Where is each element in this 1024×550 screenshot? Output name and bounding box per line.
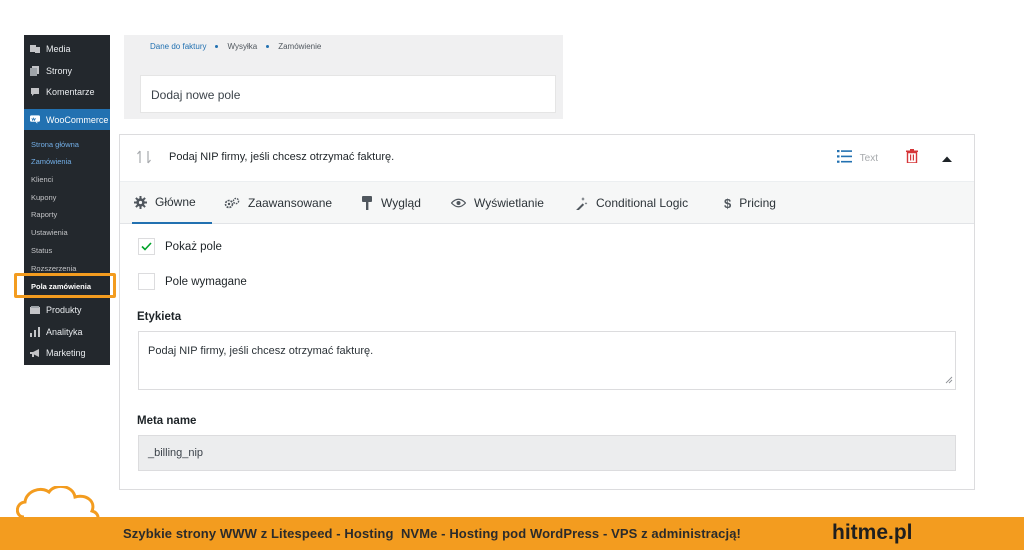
- sidebar-item-label: Komentarze: [46, 86, 95, 97]
- sidebar-item-pages[interactable]: Strony: [24, 60, 110, 81]
- submenu-customers[interactable]: Klienci: [31, 175, 53, 184]
- tab-label: Wyświetlanie: [474, 196, 544, 210]
- required-option: Pole wymagane: [138, 273, 247, 290]
- submenu-settings[interactable]: Ustawienia: [31, 228, 68, 237]
- admin-sidebar: Media Strony Komentarze WooCommerce Stro…: [24, 35, 110, 365]
- required-checkbox[interactable]: [138, 273, 155, 290]
- sidebar-item-label: Analityka: [46, 326, 83, 337]
- field-type-label: Text: [859, 153, 878, 164]
- sidebar-item-label: Media: [46, 43, 71, 54]
- sidebar-item-label: Strony: [46, 65, 73, 76]
- sidebar-item-comments[interactable]: Komentarze: [24, 81, 110, 102]
- label-text-value: Podaj NIP firmy, jeśli chcesz otrzymać f…: [148, 345, 374, 357]
- breadcrumb-billing[interactable]: Dane do faktury: [150, 42, 206, 51]
- gears-icon: [224, 197, 240, 210]
- promo-banner: Szybkie strony WWW z Litespeed - Hosting…: [0, 517, 1024, 550]
- label-heading: Etykieta: [137, 311, 182, 323]
- submenu-reports[interactable]: Raporty: [31, 210, 57, 219]
- highlight-frame: [14, 273, 116, 298]
- submenu-home[interactable]: Strona główna: [31, 140, 79, 149]
- pages-icon: [30, 65, 40, 76]
- woocommerce-icon: [30, 115, 40, 125]
- tab-display[interactable]: Wyświetlanie: [451, 182, 544, 224]
- show-field-label: Pokaż pole: [165, 240, 222, 253]
- sidebar-item-woocommerce[interactable]: WooCommerce: [24, 109, 110, 130]
- brand-logo-text[interactable]: hitme.pl: [832, 521, 913, 545]
- resize-grip-icon[interactable]: [945, 375, 953, 387]
- breadcrumb-shipping[interactable]: Wysyłka: [227, 42, 257, 51]
- field-editor-card: Podaj NIP firmy, jeśli chcesz otrzymać f…: [119, 134, 975, 490]
- tab-label: Główne: [155, 195, 196, 209]
- products-icon: [30, 305, 40, 315]
- submenu-extensions[interactable]: Rozszerzenia: [31, 264, 76, 273]
- meta-name-heading: Meta name: [137, 415, 197, 427]
- breadcrumb: Dane do faktury Wysyłka Zamówienie: [150, 42, 321, 51]
- submenu-status[interactable]: Status: [31, 246, 52, 255]
- breadcrumb-order[interactable]: Zamówienie: [278, 42, 321, 51]
- sidebar-item-label: Produkty: [46, 304, 82, 315]
- eye-icon: [451, 198, 466, 208]
- tab-appearance[interactable]: Wygląd: [361, 182, 421, 224]
- sort-arrows-icon[interactable]: [136, 150, 152, 169]
- sidebar-item-analytics[interactable]: Analityka: [24, 321, 110, 342]
- sidebar-item-label: WooCommerce: [46, 114, 109, 125]
- breadcrumb-separator: [215, 45, 219, 48]
- sidebar-item-products[interactable]: Produkty: [24, 299, 110, 320]
- required-label: Pole wymagane: [165, 275, 247, 288]
- tab-conditional-logic[interactable]: Conditional Logic: [573, 182, 688, 224]
- sidebar-item-marketing[interactable]: Marketing: [24, 342, 110, 363]
- show-field-checkbox[interactable]: [138, 238, 155, 255]
- dollar-icon: $: [724, 195, 732, 211]
- banner-text: Szybkie strony WWW z Litespeed - Hosting…: [123, 526, 741, 541]
- media-icon: [30, 44, 40, 54]
- collapse-arrow-icon[interactable]: [942, 150, 952, 168]
- tab-label: Wygląd: [381, 196, 421, 210]
- tab-pricing[interactable]: $ Pricing: [724, 182, 776, 224]
- sidebar-item-label: Marketing: [46, 347, 86, 358]
- tab-label: Conditional Logic: [596, 196, 689, 210]
- comment-icon: [30, 87, 40, 97]
- list-icon: [836, 149, 852, 168]
- tab-label: Pricing: [739, 196, 776, 210]
- meta-name-value: _billing_nip: [148, 447, 204, 459]
- submenu-orders[interactable]: Zamówienia: [31, 157, 71, 166]
- gear-icon: [134, 195, 147, 209]
- meta-name-input[interactable]: _billing_nip: [138, 435, 956, 471]
- show-field-option: Pokaż pole: [138, 238, 222, 255]
- field-title: Podaj NIP firmy, jeśli chcesz otrzymać f…: [169, 151, 395, 163]
- field-header-actions: Text: [836, 149, 952, 168]
- label-textarea[interactable]: Podaj NIP firmy, jeśli chcesz otrzymać f…: [138, 331, 956, 390]
- bar-chart-icon: [30, 326, 40, 337]
- field-tabs: Główne Zaawansowane Wygląd Wyświetlanie: [120, 181, 974, 224]
- tab-advanced[interactable]: Zaawansowane: [224, 182, 332, 224]
- submenu-coupons[interactable]: Kupony: [31, 193, 56, 202]
- tab-label: Zaawansowane: [248, 196, 333, 210]
- field-header: Podaj NIP firmy, jeśli chcesz otrzymać f…: [120, 135, 974, 181]
- trash-icon[interactable]: [906, 149, 918, 168]
- add-new-field-button[interactable]: Dodaj nowe pole: [140, 75, 556, 113]
- tab-general[interactable]: Główne: [132, 182, 212, 224]
- breadcrumb-separator: [266, 45, 270, 48]
- fields-group-panel: Dane do faktury Wysyłka Zamówienie Dodaj…: [124, 35, 563, 119]
- screenshot-stage: Media Strony Komentarze WooCommerce Stro…: [0, 0, 1024, 550]
- sidebar-item-media[interactable]: Media: [24, 38, 110, 59]
- magic-wand-icon: [573, 196, 588, 210]
- paint-roller-icon: [361, 196, 373, 210]
- checkmark-icon: [141, 242, 152, 251]
- megaphone-icon: [30, 348, 40, 358]
